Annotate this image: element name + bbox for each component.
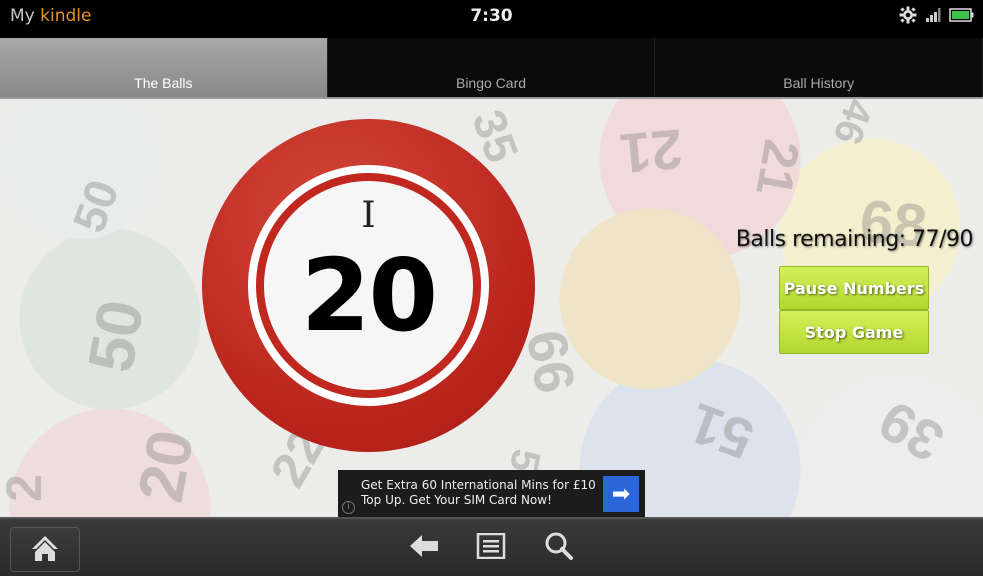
search-button[interactable] (543, 532, 575, 564)
background-ball-number: 21 (617, 117, 685, 186)
tab-bar: The Balls Bingo Card Ball History (0, 38, 983, 99)
tab-label: Ball History (783, 75, 855, 91)
background-ball-number: 21 (745, 135, 811, 201)
background-ball-number: 51 (681, 391, 762, 472)
info-icon[interactable]: i (342, 501, 355, 514)
background-ball-number: 2 (0, 474, 52, 502)
balls-remaining-label: Balls remaining: (735, 227, 906, 252)
signal-icon (925, 7, 941, 27)
pause-numbers-button[interactable]: Pause Numbers (779, 266, 929, 310)
bottom-navigation (0, 517, 983, 576)
battery-icon (949, 7, 975, 27)
background-ball-number: 20 (123, 424, 208, 508)
tab-label: Bingo Card (455, 75, 527, 91)
back-icon (409, 534, 439, 562)
back-button[interactable] (408, 532, 440, 564)
brand-name: kindle (40, 6, 92, 26)
gear-icon[interactable] (899, 6, 917, 28)
menu-icon (476, 532, 506, 563)
ball-number: 20 (300, 237, 438, 354)
ad-arrow-button[interactable]: ➡ (603, 476, 639, 512)
tab-bingo-card[interactable]: Bingo Card (328, 38, 656, 97)
status-bar: My kindle 7:30 (0, 0, 983, 38)
balls-remaining: Balls remaining: 77/90 (735, 227, 974, 252)
background-ball-number: 46 (824, 99, 882, 151)
current-ball: I 20 (202, 119, 535, 452)
stop-game-button[interactable]: Stop Game (779, 310, 929, 354)
ad-line-1: Get Extra 60 International Mins for £10 (361, 478, 596, 492)
tab-label: The Balls (134, 75, 193, 91)
tab-ball-history[interactable]: Ball History (655, 38, 983, 97)
clock: 7:30 (470, 6, 513, 26)
home-icon (30, 533, 60, 567)
balls-panel: 50 50 20 35 21 21 46 68 66 51 51 39 22 2… (0, 99, 983, 517)
system-icons (899, 6, 975, 28)
kindle-screen: My kindle 7:30 The Balls Bingo Card Ball… (0, 0, 983, 576)
background-ball-number: 50 (62, 173, 129, 239)
ad-banner[interactable]: Get Extra 60 International Mins for £10 … (338, 470, 645, 517)
kindle-brand[interactable]: My kindle (10, 6, 91, 26)
background-ball-number: 39 (868, 388, 954, 475)
ad-text: Get Extra 60 International Mins for £10 … (361, 478, 596, 508)
ball-letter: I (361, 195, 376, 236)
brand-prefix: My (10, 6, 35, 26)
balls-remaining-value: 77/90 (912, 227, 973, 252)
search-icon (544, 531, 574, 565)
tab-the-balls[interactable]: The Balls (0, 38, 328, 97)
background-ball-number: 50 (73, 294, 158, 378)
arrow-right-icon: ➡ (611, 481, 631, 507)
home-button[interactable] (10, 527, 80, 572)
ad-line-2: Top Up. Get Your SIM Card Now! (361, 493, 552, 507)
menu-button[interactable] (475, 532, 507, 564)
